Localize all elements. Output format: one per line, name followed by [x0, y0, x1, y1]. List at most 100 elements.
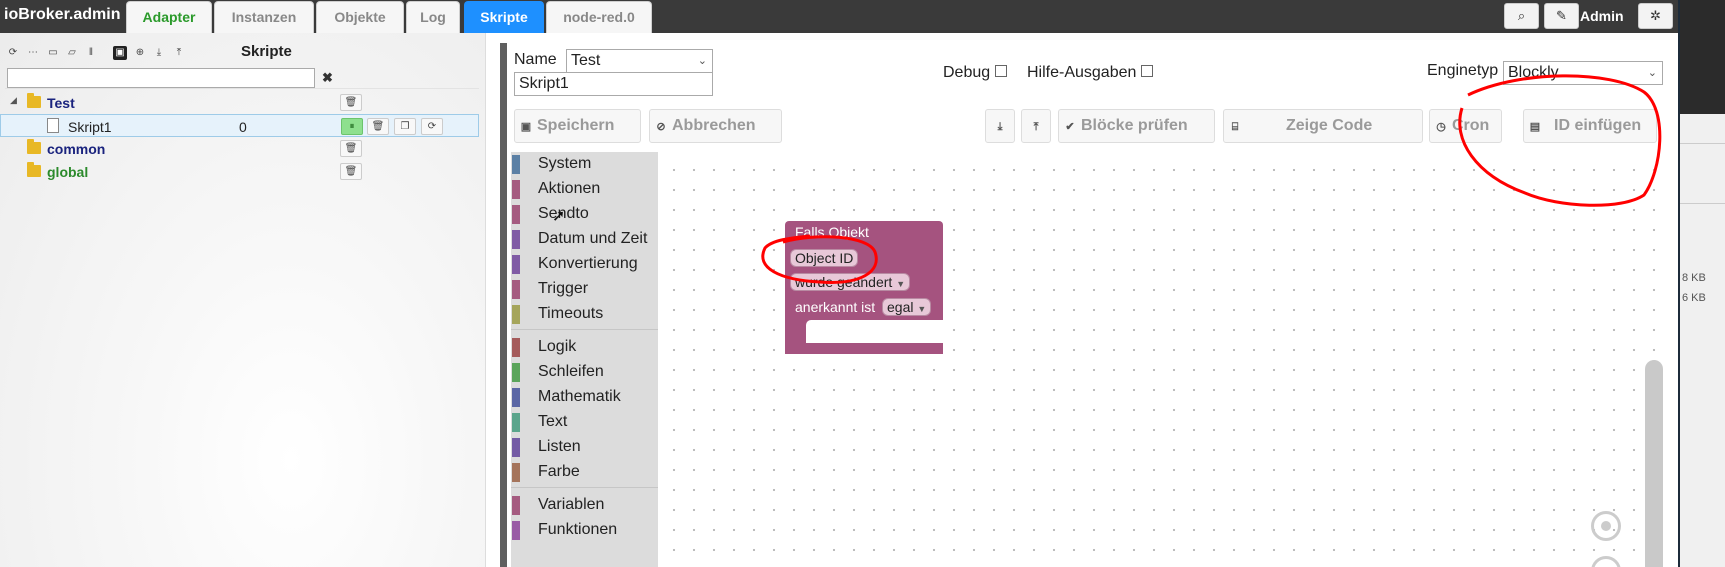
export-icon[interactable]: ⤓ — [152, 46, 166, 60]
trigger-dropdown-value: wurde geändert — [795, 274, 893, 290]
script-name-input[interactable]: Skript1 — [514, 72, 713, 96]
toolbox-category-mathematik[interactable]: Mathematik — [511, 385, 658, 409]
toolbox-category-funktionen[interactable]: Funktionen — [511, 518, 658, 542]
export-blocks-button[interactable]: ⤓ — [985, 109, 1015, 143]
list-icon[interactable]: ‖ — [84, 46, 98, 60]
settings-button[interactable]: ✲ — [1638, 3, 1673, 29]
import-blocks-button[interactable]: ⤒ — [1021, 109, 1051, 143]
toolbox-category-datum-und-zeit[interactable]: Datum und Zeit — [511, 227, 658, 251]
copy-button[interactable]: ❐ — [394, 118, 416, 135]
category-label: Farbe — [538, 463, 580, 480]
category-label: Schleifen — [538, 363, 604, 380]
panel-title: Skripte — [241, 43, 292, 60]
tree-row-test[interactable]: ◢ Test 🗑 — [0, 91, 479, 114]
search-input[interactable] — [7, 68, 315, 88]
category-color-bar — [512, 280, 520, 299]
restart-button[interactable]: ⟳ — [421, 118, 443, 135]
blockly-workspace[interactable] — [658, 152, 1671, 567]
toolbox-category-listen[interactable]: Listen — [511, 435, 658, 459]
import-icon[interactable]: ⤒ — [172, 46, 186, 60]
category-color-bar — [512, 205, 520, 224]
folder-icon — [27, 162, 41, 177]
toolbox-category-timeouts[interactable]: Timeouts — [511, 302, 658, 326]
block-statement-slot — [806, 320, 943, 343]
check-blocks-button[interactable]: ✔ Blöcke prüfen — [1058, 109, 1215, 143]
edit-button[interactable]: ✎ — [1544, 3, 1579, 29]
tab-skripte[interactable]: Skripte — [464, 1, 544, 33]
new-script-icon[interactable]: ▣ — [113, 46, 127, 60]
save-button[interactable]: ▣ Speichern — [514, 109, 641, 143]
toolbox-category-logik[interactable]: Logik — [511, 335, 658, 359]
trigger-dropdown[interactable]: wurde geändert ▼ — [790, 273, 911, 291]
toolbox-category-schleifen[interactable]: Schleifen — [511, 360, 658, 384]
background-window-dark-area — [1680, 0, 1725, 114]
category-label: Aktionen — [538, 180, 601, 197]
pause-button[interactable]: ⏸ — [341, 118, 363, 135]
show-code-button[interactable]: ⌸ Zeige Code — [1223, 109, 1423, 143]
toolbox-category-variablen[interactable]: Variablen — [511, 493, 658, 517]
category-label: Logik — [538, 338, 577, 355]
toolbox-category-farbe[interactable]: Farbe — [511, 460, 658, 484]
tab-log[interactable]: Log — [406, 1, 460, 33]
delete-button[interactable]: 🗑 — [367, 118, 389, 135]
toolbox-separator — [511, 329, 658, 330]
name-select-value: Test — [571, 52, 601, 69]
toolbox-category-sendto[interactable]: Sendto — [511, 202, 658, 226]
tab-objekte[interactable]: Objekte — [316, 1, 404, 33]
clear-icon[interactable]: ✖ — [322, 70, 333, 86]
toolbox-category-text[interactable]: Text — [511, 410, 658, 434]
delete-button[interactable]: 🗑 — [340, 163, 362, 180]
ack-dropdown[interactable]: egal ▼ — [882, 298, 932, 316]
user-name[interactable]: Admin — [1580, 8, 1624, 24]
recenter-icon[interactable] — [1591, 511, 1621, 541]
category-color-bar — [512, 438, 520, 457]
trash-icon: 🗑 — [344, 97, 358, 108]
expand-icon[interactable]: ◢ — [10, 95, 17, 106]
blockly-toolbox: System Aktionen Sendto Datum und Zeit Konver… — [511, 152, 658, 567]
toolbox-category-system[interactable]: System — [511, 152, 658, 176]
help-output-label: Hilfe-Ausgaben — [1027, 64, 1137, 81]
refresh-icon[interactable]: ⟳ — [6, 46, 20, 60]
debug-checkbox[interactable] — [995, 65, 1007, 77]
search-button[interactable]: ⌕ — [1504, 3, 1539, 29]
folder-open-icon[interactable]: ▱ — [65, 46, 79, 60]
app-brand: ioBroker.admin — [4, 6, 121, 23]
workspace-scrollbar[interactable] — [1645, 360, 1663, 567]
category-color-bar — [512, 180, 520, 199]
instance-value: 0 — [239, 119, 247, 135]
panel-splitter[interactable] — [500, 43, 507, 567]
show-code-label: Zeige Code — [1286, 117, 1373, 134]
collapse-icon[interactable]: ⋯ — [26, 46, 40, 60]
category-color-bar — [512, 255, 520, 274]
tab-node-red[interactable]: node-red.0 — [546, 1, 652, 33]
help-output-checkbox[interactable] — [1141, 65, 1153, 77]
cron-button[interactable]: ◷ Cron — [1429, 109, 1502, 143]
tree-row-global[interactable]: global 🗑 — [0, 160, 479, 183]
category-label: Text — [538, 413, 568, 430]
insert-id-button[interactable]: ▤ ID einfügen — [1523, 109, 1657, 143]
cancel-icon: ⊘ — [656, 121, 666, 133]
cancel-button[interactable]: ⊘ Abbrechen — [649, 109, 782, 143]
tab-adapter[interactable]: Adapter — [126, 1, 212, 33]
name-select[interactable]: Test ⌄ — [566, 49, 713, 73]
toolbox-category-konvertierung[interactable]: Konvertierung — [511, 252, 658, 276]
delete-button[interactable]: 🗑 — [340, 140, 362, 157]
object-id-field[interactable]: Object ID — [790, 249, 859, 267]
engine-select[interactable]: Blockly ⌄ — [1503, 61, 1663, 85]
toolbox-category-trigger[interactable]: Trigger — [511, 277, 658, 301]
folder-icon — [27, 93, 41, 108]
folder-closed-icon[interactable]: ▭ — [46, 46, 60, 60]
toolbox-category-aktionen[interactable]: Aktionen — [511, 177, 658, 201]
tree-label: common — [47, 141, 106, 157]
tab-instanzen[interactable]: Instanzen — [214, 1, 314, 33]
category-label: Konvertierung — [538, 255, 638, 272]
add-icon[interactable]: ⊕ — [133, 46, 147, 60]
delete-button[interactable]: 🗑 — [340, 94, 362, 111]
category-label: Mathematik — [538, 388, 621, 405]
tree-row-common[interactable]: common 🗑 — [0, 137, 479, 160]
trash-icon: 🗑 — [371, 121, 385, 132]
pause-icon: ⏸ — [349, 121, 355, 132]
tree-row-skript1[interactable]: Skript1 0 ⏸ 🗑 ❐ ⟳ — [0, 114, 479, 137]
dropdown-arrow-icon: ▼ — [917, 304, 927, 314]
clock-icon: ◷ — [1436, 121, 1446, 133]
